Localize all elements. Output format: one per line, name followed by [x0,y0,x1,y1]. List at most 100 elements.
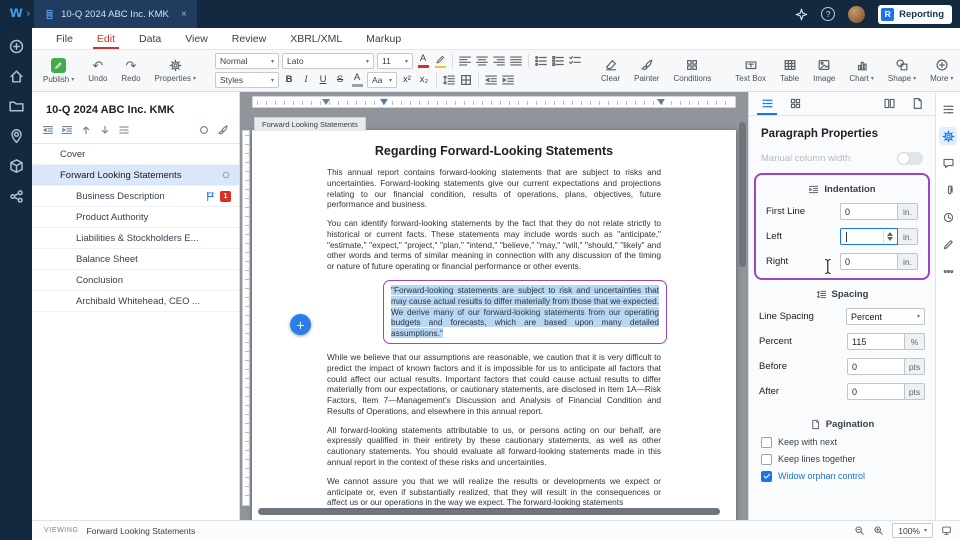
comment-badge[interactable]: 1 [220,190,231,202]
quote-paragraph[interactable]: "Forward-looking statements are subject … [391,285,659,339]
checklist-button[interactable] [568,54,582,68]
share-icon[interactable] [8,188,25,205]
properties-button[interactable]: Properties ▾ [150,57,201,85]
image-button[interactable]: Image [808,56,840,85]
ai-sparkle-icon[interactable] [795,8,808,21]
manual-column-width-toggle[interactable] [897,152,923,165]
indent-section-icon[interactable] [61,124,73,136]
format-painter-button[interactable]: Painter [629,56,664,85]
case-dropdown[interactable]: Aa ▾ [367,72,397,88]
undo-button[interactable]: ↶ Undo [83,57,112,85]
conditions-button[interactable]: Conditions [668,56,716,85]
zoom-in-icon[interactable] [873,525,884,536]
clear-formatting-button[interactable]: Clear [596,56,625,85]
outline-list-icon[interactable] [118,124,130,136]
help-button[interactable]: ? [821,7,836,21]
files-icon[interactable] [8,98,25,115]
filter-brush-icon[interactable] [217,124,229,136]
chart-button[interactable]: Chart ▾ [844,56,879,85]
tab-section-properties[interactable] [781,92,809,115]
outline-item-product-authority[interactable]: Product Authority [32,207,239,228]
after-input[interactable]: 0 [847,383,905,400]
outline-item-business-description[interactable]: Business Description 1 [32,186,239,207]
paragraph-1[interactable]: This annual report contains forward-look… [327,167,661,210]
bulleted-list-button[interactable] [534,54,548,68]
reporting-button[interactable]: R Reporting [878,4,952,24]
align-right-button[interactable] [492,54,506,68]
font-size-dropdown[interactable]: 11 ▾ [377,53,413,69]
location-icon[interactable] [8,128,25,145]
underline-button[interactable]: U [316,73,330,88]
borders-button[interactable] [459,73,473,87]
outline-view-icon[interactable] [939,100,957,118]
paragraph-2[interactable]: You can identify forward-looking stateme… [327,218,661,272]
font-family-dropdown[interactable]: Lato ▾ [282,53,374,69]
keep-with-next-checkbox[interactable] [761,436,772,448]
page-section-tab[interactable]: Forward Looking Statements [254,117,366,131]
tab-columns[interactable] [875,92,903,115]
subscript-button[interactable]: x₂ [417,73,431,88]
superscript-button[interactable]: x² [400,73,414,88]
increase-indent-button[interactable] [501,73,515,87]
line-spacing-dropdown[interactable]: Percent ▾ [846,308,925,325]
outline-item-balance-sheet[interactable]: Balance Sheet [32,249,239,270]
publish-button[interactable]: Publish ▾ [38,56,79,86]
tab-paragraph-properties[interactable] [753,92,781,115]
more-options-icon[interactable] [939,262,957,280]
move-up-icon[interactable] [80,124,92,136]
document-tab[interactable]: 10-Q 2024 ABC Inc. KMK × [34,0,197,28]
selected-paragraph-outline[interactable]: "Forward-looking statements are subject … [383,280,667,344]
right-indent-input[interactable]: 0 [840,253,898,270]
right-indent-marker[interactable] [657,99,665,105]
document-page[interactable]: Regarding Forward-Looking Statements Thi… [252,130,736,520]
menu-data[interactable]: Data [127,28,173,49]
percent-input[interactable]: 115 [847,333,905,350]
avatar[interactable] [848,5,866,23]
keep-lines-together-checkbox[interactable] [761,453,772,465]
outline-item-conclusion[interactable]: Conclusion [32,270,239,291]
menu-view[interactable]: View [173,28,220,49]
apps-icon[interactable] [8,158,25,175]
history-icon[interactable] [939,208,957,226]
zoom-level-dropdown[interactable]: 100% ▾ [892,523,933,538]
first-line-input[interactable]: 0 [840,203,898,220]
outline-item-signature[interactable]: Archibald Whitehead, CEO ... [32,291,239,312]
horizontal-scrollbar[interactable] [258,508,720,515]
text-box-button[interactable]: Text Box [730,56,771,85]
paragraph-5[interactable]: We cannot assure you that we will realiz… [327,476,661,508]
more-button[interactable]: More ▾ [925,56,958,85]
home-icon[interactable] [8,68,25,85]
text-fill-button[interactable]: A [350,73,364,88]
attachments-icon[interactable] [939,181,957,199]
strikethrough-button[interactable]: S [333,73,347,88]
chevron-right-icon[interactable]: › [26,8,30,20]
numbered-list-button[interactable] [551,54,565,68]
insert-content-button[interactable]: + [290,314,311,335]
before-input[interactable]: 0 [847,358,905,375]
status-circle-icon[interactable] [198,124,210,136]
styles-dropdown[interactable]: Styles ▾ [215,72,279,88]
outline-item-cover[interactable]: Cover [32,144,239,165]
left-indent-marker[interactable] [380,99,388,105]
line-spacing-button[interactable] [442,73,456,87]
highlight-color-button[interactable] [433,54,447,69]
align-left-button[interactable] [458,54,472,68]
outdent-section-icon[interactable] [42,124,54,136]
selected-text[interactable]: "Forward-looking statements are subject … [391,285,659,339]
tab-page[interactable] [903,92,931,115]
close-tab-icon[interactable]: × [181,9,187,20]
italic-button[interactable]: I [299,73,313,88]
settings-gear-icon[interactable] [939,127,957,145]
vertical-scrollbar[interactable] [739,122,746,267]
zoom-out-icon[interactable] [854,525,865,536]
comments-icon[interactable] [939,154,957,172]
font-color-button[interactable]: A [416,54,430,69]
menu-file[interactable]: File [44,28,85,49]
menu-review[interactable]: Review [220,28,278,49]
outline-item-forward-looking-statements[interactable]: Forward Looking Statements [32,165,239,186]
outline-item-liabilities[interactable]: Liabilities & Stockholders E... [32,228,239,249]
edit-pencil-icon[interactable] [939,235,957,253]
align-justify-button[interactable] [509,54,523,68]
create-new-icon[interactable] [8,38,25,55]
document-title[interactable]: Regarding Forward-Looking Statements [327,144,661,158]
